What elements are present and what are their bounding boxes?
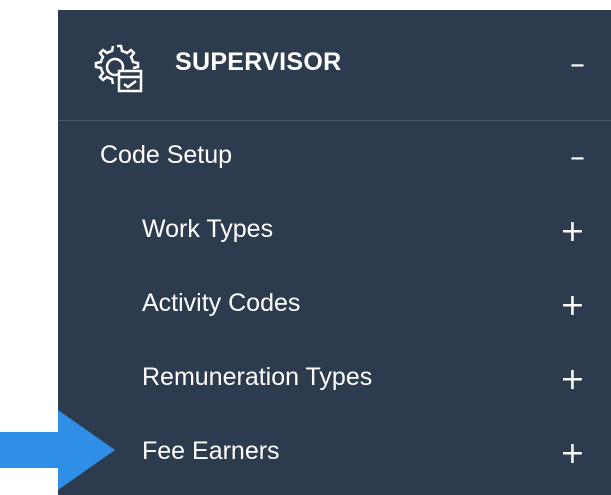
menu-item-label: Work Types [142, 215, 274, 243]
menu-item-label: Activity Codes [142, 289, 301, 317]
supervisor-section-header[interactable]: SUPERVISOR – [58, 10, 611, 120]
sidebar-menu: SUPERVISOR – Code Setup – Work Types + A… [58, 10, 611, 495]
expand-toggle[interactable]: + [560, 365, 585, 395]
menu-item-label: Fee Earners [142, 437, 280, 465]
menu-item-code-setup[interactable]: Code Setup – [58, 121, 611, 191]
gear-checklist-icon [94, 44, 143, 93]
section-title: SUPERVISOR [175, 48, 342, 76]
menu-item-label: Remuneration Types [142, 363, 373, 391]
collapse-toggle[interactable]: – [570, 143, 585, 173]
menu-item-label: Code Setup [100, 141, 233, 169]
arrow-right-icon [0, 410, 115, 490]
menu-item-work-types[interactable]: Work Types + [58, 195, 611, 265]
menu-item-fee-earners[interactable]: Fee Earners + [58, 417, 611, 487]
collapse-toggle[interactable]: – [570, 50, 585, 80]
expand-toggle[interactable]: + [560, 217, 585, 247]
menu-item-remuneration-types[interactable]: Remuneration Types + [58, 343, 611, 413]
expand-toggle[interactable]: + [560, 291, 585, 321]
expand-toggle[interactable]: + [560, 439, 585, 469]
menu-item-activity-codes[interactable]: Activity Codes + [58, 269, 611, 339]
